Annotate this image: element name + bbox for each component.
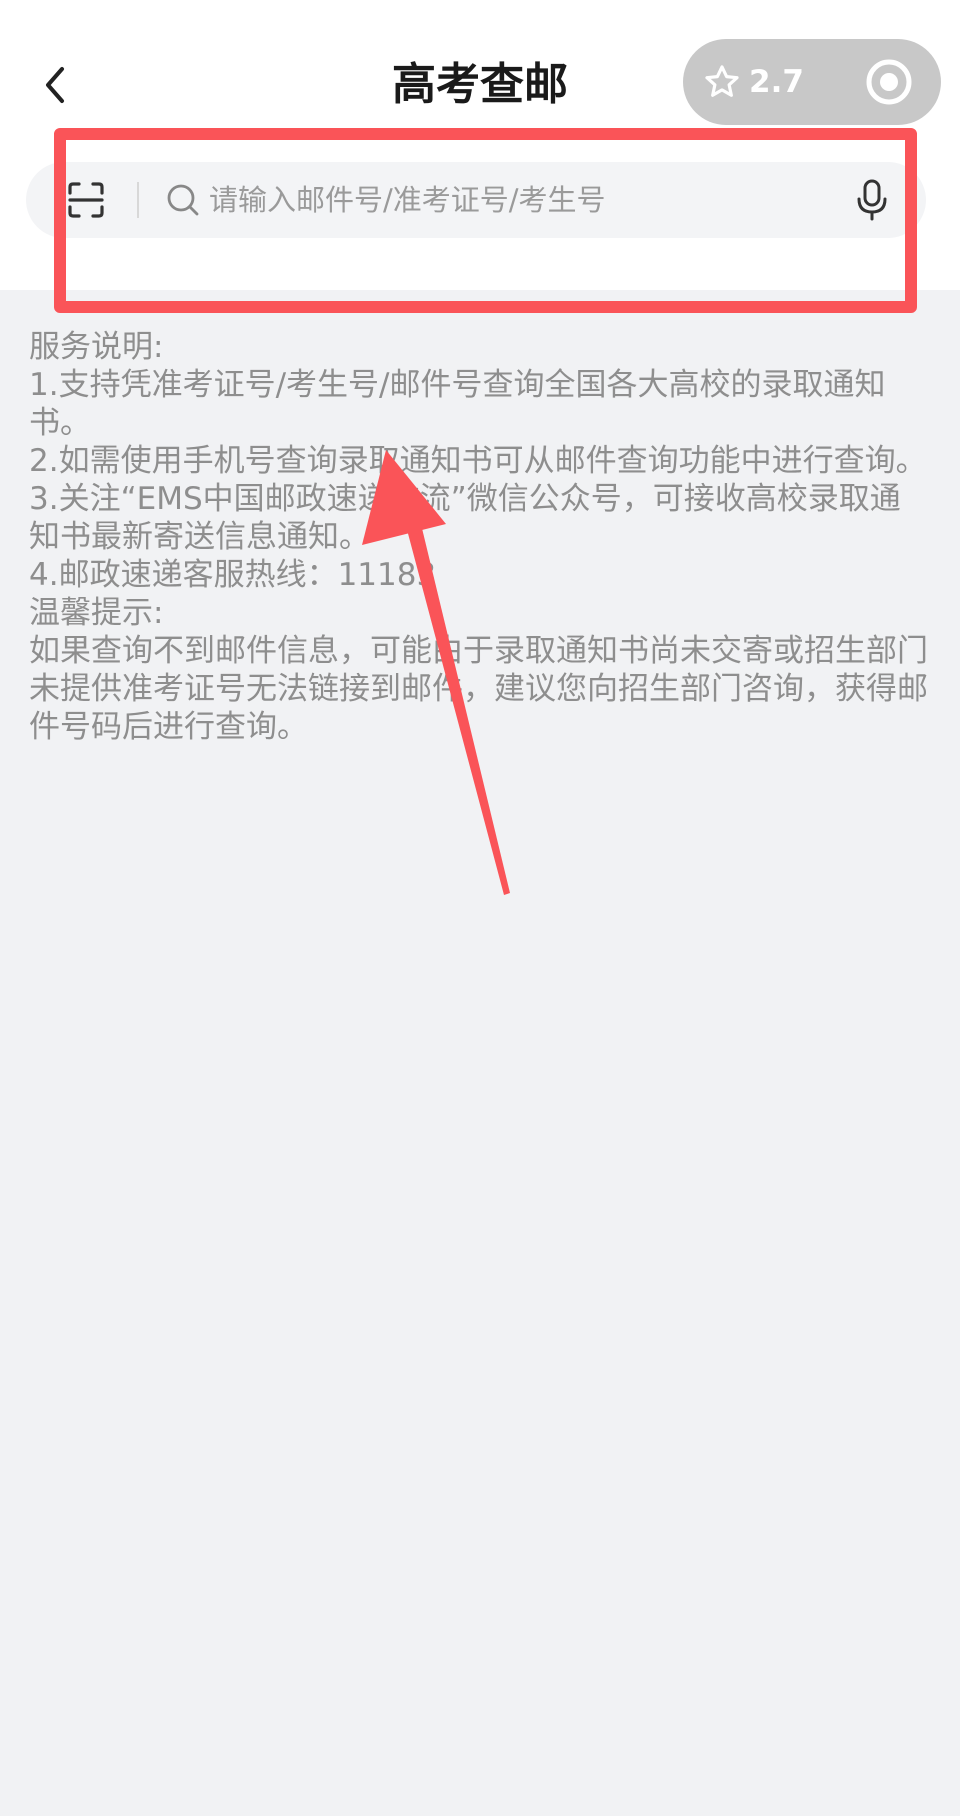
- star-outline-icon: [705, 65, 739, 97]
- service-item-2: 2.如需使用手机号查询录取通知书可从邮件查询功能中进行查询。: [29, 443, 927, 479]
- tips-heading: 温馨提示:: [29, 595, 164, 631]
- service-heading: 服务说明:: [29, 329, 164, 365]
- service-notes: 服务说明: 1.支持凭准考证号/考生号/邮件号查询全国各大高校的录取通知书。 2…: [29, 328, 929, 746]
- tips-body: 如果查询不到邮件信息，可能由于录取通知书尚未交寄或招生部门未提供准考证号无法链接…: [29, 633, 928, 745]
- close-miniprogram-button[interactable]: [865, 58, 913, 106]
- mini-program-capsule: 2.7: [683, 39, 941, 125]
- service-item-1: 1.支持凭准考证号/考生号/邮件号查询全国各大高校的录取通知书。: [29, 367, 886, 441]
- favorite-rating-button[interactable]: 2.7: [703, 39, 853, 125]
- target-circle-icon: [866, 59, 912, 105]
- rating-value: 2.7: [749, 64, 804, 100]
- service-item-3: 3.关注“EMS中国邮政速递物流”微信公众号，可接收高校录取通知书最新寄送信息通…: [29, 481, 901, 555]
- highlight-annotation-box: [54, 128, 917, 313]
- service-item-4: 4.邮政速递客服热线：11183: [29, 557, 437, 593]
